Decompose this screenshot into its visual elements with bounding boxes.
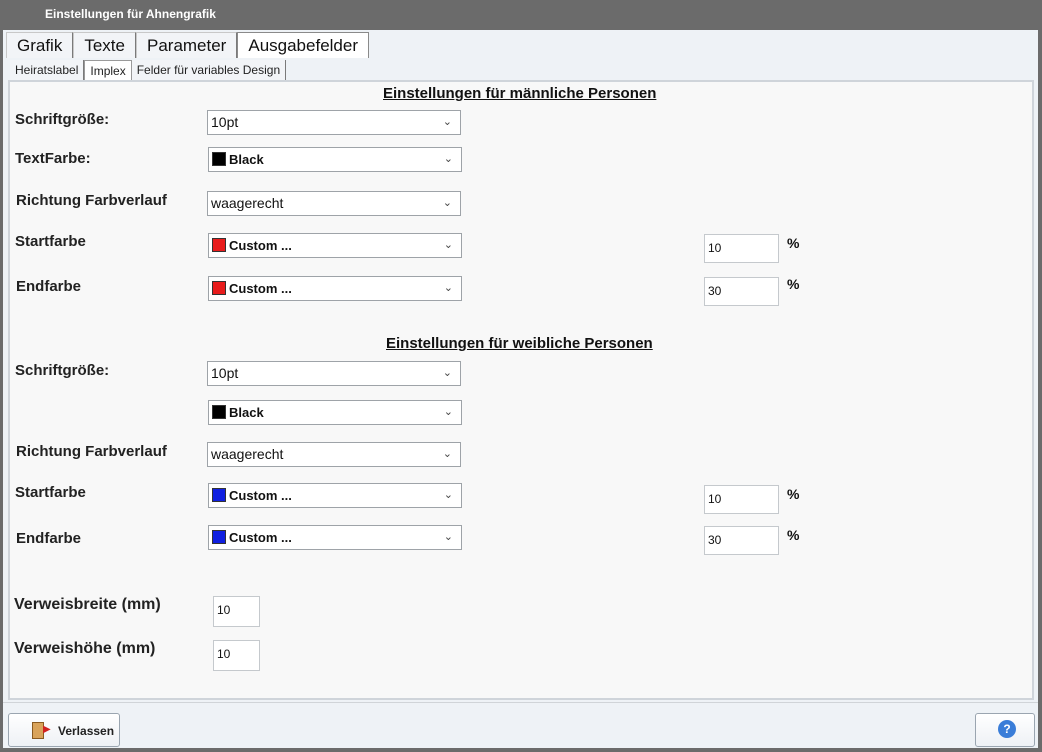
- male-start-color-label: Startfarbe: [15, 233, 86, 250]
- male-font-size-select[interactable]: 10pt ⌄: [207, 110, 461, 135]
- chevron-down-icon: ⌄: [443, 531, 453, 543]
- tab-parameter[interactable]: Parameter: [135, 32, 238, 58]
- footer-bar: ▶ Verlassen ?: [3, 702, 1038, 748]
- chevron-down-icon: ⌄: [442, 197, 452, 209]
- female-text-color-select[interactable]: Black ⌄: [208, 400, 462, 425]
- implex-panel: Einstellungen für männliche Personen Sch…: [8, 80, 1034, 700]
- main-tab-bar: Grafik Texte Parameter Ausgabefelder: [6, 32, 369, 58]
- tab-heiratslabel[interactable]: Heiratslabel: [10, 60, 85, 80]
- male-end-percent-sign: %: [787, 276, 800, 292]
- male-text-color-label: TextFarbe:: [15, 150, 91, 167]
- female-text-color-value: Black: [229, 405, 264, 420]
- ref-width-label: Verweisbreite (mm): [14, 596, 161, 613]
- title-bar: Einstellungen für Ahnengrafik: [0, 0, 1042, 30]
- color-swatch-icon: [212, 530, 226, 544]
- exit-arrow-icon: ▶: [43, 724, 51, 735]
- male-start-percent-input[interactable]: 10: [704, 234, 779, 263]
- female-gradient-dir-select[interactable]: waagerecht ⌄: [207, 442, 461, 467]
- female-font-size-label: Schriftgröße:: [15, 362, 110, 379]
- color-swatch-icon: [212, 152, 226, 166]
- female-end-percent-sign: %: [787, 527, 800, 543]
- male-end-percent-input[interactable]: 30: [704, 277, 779, 306]
- chevron-down-icon: ⌄: [443, 239, 453, 251]
- female-section-heading: Einstellungen für weibliche Personen: [386, 335, 653, 352]
- male-text-color-select[interactable]: Black ⌄: [208, 147, 462, 172]
- color-swatch-icon: [212, 281, 226, 295]
- male-text-color-value: Black: [229, 152, 264, 167]
- color-swatch-icon: [212, 238, 226, 252]
- help-button[interactable]: ?: [975, 713, 1035, 747]
- male-start-percent-sign: %: [787, 235, 800, 251]
- male-gradient-dir-label: Richtung Farbverlauf: [16, 192, 167, 209]
- male-start-color-select[interactable]: Custom ... ⌄: [208, 233, 462, 258]
- female-end-color-value: Custom ...: [229, 530, 292, 545]
- exit-button-label: Verlassen: [58, 724, 115, 738]
- chevron-down-icon: ⌄: [443, 282, 453, 294]
- male-gradient-dir-select[interactable]: waagerecht ⌄: [207, 191, 461, 216]
- female-end-percent-input[interactable]: 30: [704, 526, 779, 555]
- female-gradient-dir-label: Richtung Farbverlauf: [16, 443, 167, 460]
- female-end-color-label: Endfarbe: [16, 530, 82, 547]
- male-start-color-value: Custom ...: [229, 238, 292, 253]
- male-end-color-label: Endfarbe: [16, 278, 82, 295]
- tab-texte[interactable]: Texte: [73, 32, 136, 58]
- tab-ausgabefelder[interactable]: Ausgabefelder: [237, 32, 369, 58]
- chevron-down-icon: ⌄: [443, 406, 453, 418]
- female-font-size-select[interactable]: 10pt ⌄: [207, 361, 461, 386]
- male-section-heading: Einstellungen für männliche Personen: [383, 85, 657, 102]
- male-font-size-label: Schriftgröße:: [15, 111, 110, 128]
- female-start-color-select[interactable]: Custom ... ⌄: [208, 483, 462, 508]
- ref-width-input[interactable]: 10: [213, 596, 260, 627]
- ref-height-input[interactable]: 10: [213, 640, 260, 671]
- male-font-size-value: 10pt: [211, 114, 239, 130]
- chevron-down-icon: ⌄: [442, 367, 452, 379]
- male-gradient-dir-value: waagerecht: [211, 195, 284, 211]
- tab-implex[interactable]: Implex: [84, 60, 132, 80]
- chevron-down-icon: ⌄: [443, 489, 453, 501]
- tab-grafik[interactable]: Grafik: [6, 32, 74, 58]
- chevron-down-icon: ⌄: [442, 116, 452, 128]
- ref-height-label: Verweishöhe (mm): [14, 640, 156, 657]
- female-end-color-select[interactable]: Custom ... ⌄: [208, 525, 462, 550]
- help-icon: ?: [998, 720, 1016, 738]
- sub-tab-bar: Heiratslabel Implex Felder für variables…: [10, 60, 287, 80]
- color-swatch-icon: [212, 405, 226, 419]
- female-start-percent-input[interactable]: 10: [704, 485, 779, 514]
- female-gradient-dir-value: waagerecht: [211, 446, 284, 462]
- color-swatch-icon: [212, 488, 226, 502]
- female-font-size-value: 10pt: [211, 365, 239, 381]
- dialog-window: Grafik Texte Parameter Ausgabefelder Hei…: [3, 30, 1038, 748]
- male-end-color-value: Custom ...: [229, 281, 292, 296]
- chevron-down-icon: ⌄: [443, 153, 453, 165]
- window-title: Einstellungen für Ahnengrafik: [45, 7, 216, 21]
- female-start-color-label: Startfarbe: [15, 484, 86, 501]
- chevron-down-icon: ⌄: [442, 448, 452, 460]
- female-start-color-value: Custom ...: [229, 488, 292, 503]
- female-start-percent-sign: %: [787, 486, 800, 502]
- exit-button[interactable]: ▶ Verlassen: [8, 713, 120, 747]
- male-end-color-select[interactable]: Custom ... ⌄: [208, 276, 462, 301]
- tab-felder-variables-design[interactable]: Felder für variables Design: [131, 60, 287, 80]
